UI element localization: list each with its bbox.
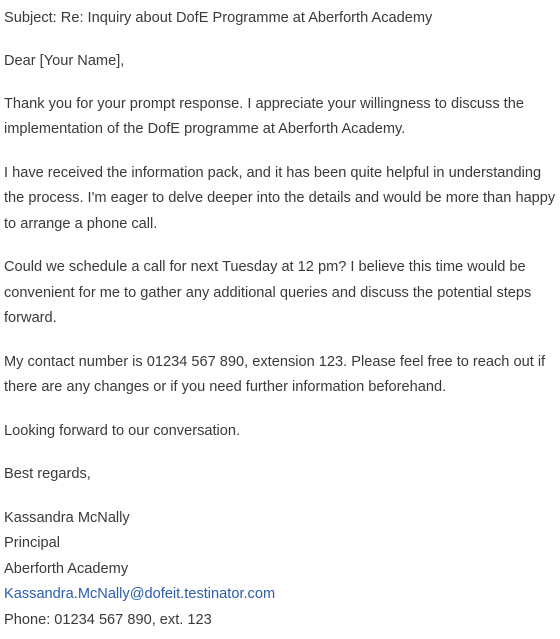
- email-subject: Subject: Re: Inquiry about DofE Programm…: [4, 10, 433, 26]
- signature-organization: Aberforth Academy: [4, 560, 129, 577]
- signature-email-link[interactable]: Kassandra.McNally@dofeit.testinator.com: [4, 586, 275, 602]
- email-paragraph-2: I have received the information pack, an…: [4, 164, 556, 232]
- email-paragraph-3: Could we schedule a call for next Tuesda…: [4, 259, 532, 326]
- email-body: Subject: Re: Inquiry about DofE Programm…: [0, 6, 560, 633]
- signature-name: Kassandra McNally: [4, 509, 130, 526]
- email-paragraph-5: Looking forward to our conversation.: [4, 422, 241, 439]
- signature-title: Principal: [4, 535, 60, 551]
- email-greeting: Dear [Your Name],: [4, 52, 125, 69]
- signature-block: Kassandra McNally Principal Aberforth Ac…: [4, 506, 556, 634]
- email-closing: Best regards,: [4, 466, 91, 482]
- signature-phone: Phone: 01234 567 890, ext. 123: [4, 611, 212, 628]
- email-paragraph-1: Thank you for your prompt response. I ap…: [4, 95, 524, 138]
- email-paragraph-4: My contact number is 01234 567 890, exte…: [4, 353, 546, 396]
